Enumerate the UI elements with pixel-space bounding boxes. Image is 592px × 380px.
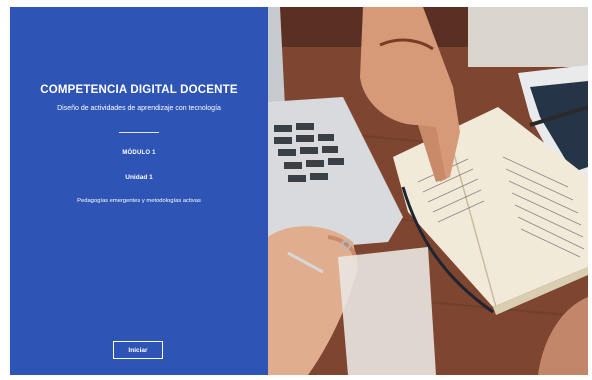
course-cover: COMPETENCIA DIGITAL DOCENTE Diseño de ac…: [10, 7, 588, 375]
module-label: MÓDULO 1: [122, 150, 156, 156]
course-subtitle: Diseño de actividades de aprendizaje con…: [57, 105, 221, 112]
course-info-panel: COMPETENCIA DIGITAL DOCENTE Diseño de ac…: [10, 7, 268, 375]
desk-photo-illustration: [268, 7, 588, 375]
start-button[interactable]: Iniciar: [113, 341, 163, 359]
cover-photo: [268, 7, 588, 375]
divider: [119, 132, 159, 133]
unit-topic: Pedagogías emergentes y metodologías act…: [77, 198, 201, 204]
unit-label: Unidad 1: [125, 174, 153, 181]
course-title: COMPETENCIA DIGITAL DOCENTE: [40, 84, 238, 96]
